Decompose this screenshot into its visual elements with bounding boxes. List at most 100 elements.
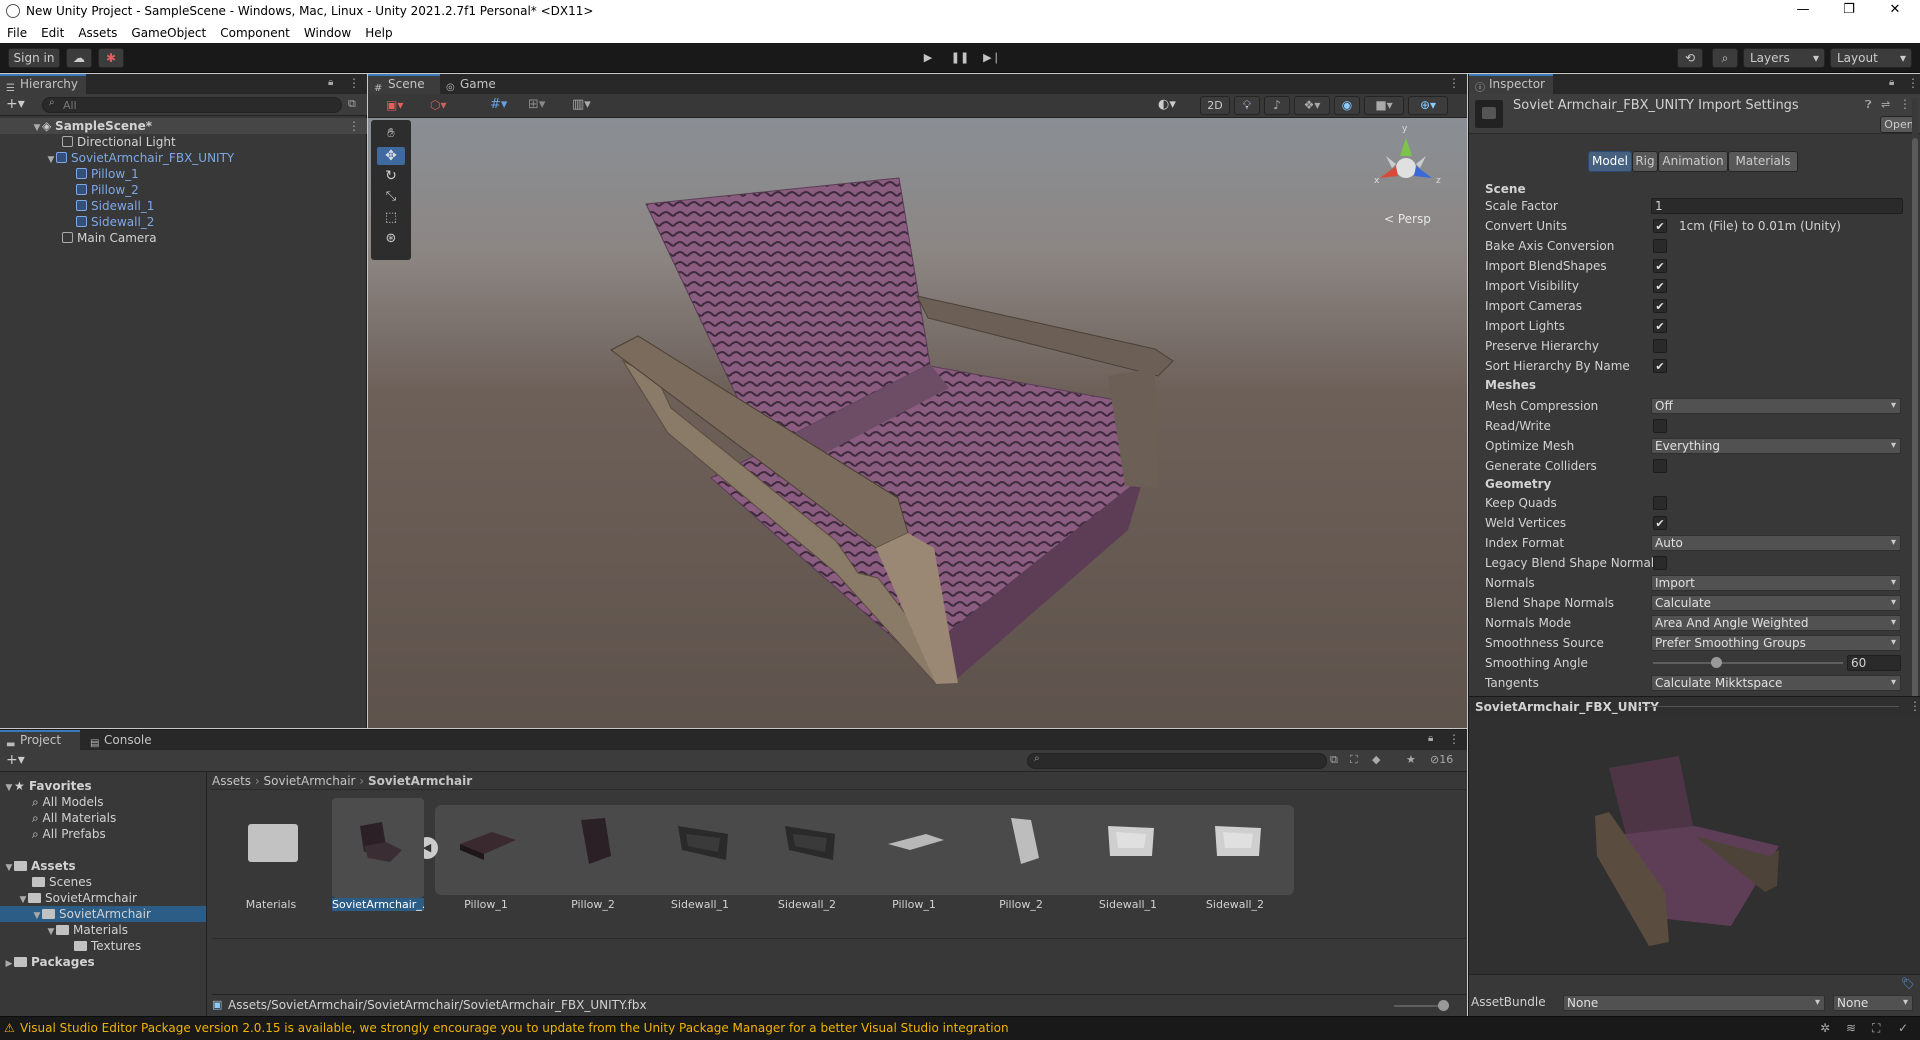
check-icon[interactable]: ✓ [1898,1021,1908,1035]
favorite-star-icon[interactable]: ★ [1406,753,1416,766]
draw-mode-icon[interactable]: ▣▾ [386,98,420,114]
asset-pillow-1-mesh[interactable]: Pillow_1 [440,798,532,911]
normals-mode-dropdown[interactable]: Area And Angle Weighted [1651,615,1901,631]
tree-scenes[interactable]: Scenes [32,874,92,890]
hierarchy-item-main-camera[interactable]: Main Camera [62,230,157,246]
tab-rig[interactable]: Rig [1632,151,1658,172]
smoothness-source-dropdown[interactable]: Prefer Smoothing Groups [1651,635,1901,651]
packages-row[interactable]: ▶ Packages [4,954,95,970]
index-format-dropdown[interactable]: Auto [1651,535,1901,551]
layout-dropdown[interactable]: Layout ▾ [1830,48,1912,68]
status-message[interactable]: Visual Studio Editor Package version 2.0… [20,1021,1009,1035]
import-blendshapes-checkbox[interactable]: ✔ [1653,259,1667,273]
hierarchy-item-pillow-2[interactable]: Pillow_2 [76,182,139,198]
gizmos-button[interactable]: ⊕▾ [1408,96,1448,115]
scene-row[interactable]: ▼ ◈ SampleScene* ⋮ [0,118,367,134]
menu-help[interactable]: Help [358,26,399,40]
slider-handle[interactable] [1710,657,1722,668]
sign-in-button[interactable]: Sign in [8,48,60,68]
lock-icon[interactable]: 🔒︎ [1428,733,1433,744]
menu-window[interactable]: Window [297,26,358,40]
asset-sidewall-1-mesh[interactable]: Sidewall_1 [654,798,746,911]
label-icon[interactable]: ◆ [1372,753,1380,766]
menu-assets[interactable]: Assets [71,26,124,40]
cache-icon[interactable]: ≋ [1846,1021,1856,1035]
kebab-menu-icon[interactable]: ⋮ [1448,76,1460,90]
scale-factor-input[interactable]: 1 [1651,198,1903,214]
asset-materials-folder[interactable]: Materials [225,798,317,911]
import-cameras-checkbox[interactable]: ✔ [1653,299,1667,313]
blend-normals-dropdown[interactable]: Calculate [1651,595,1901,611]
breadcrumb-sovietarmchair[interactable]: SovietArmchair [264,774,356,788]
kebab-menu-icon[interactable]: ⋮ [348,118,360,134]
zoom-slider-handle[interactable] [1438,1000,1449,1011]
preserve-hierarchy-checkbox[interactable] [1653,339,1667,353]
weld-vertices-checkbox[interactable]: ✔ [1653,516,1667,530]
asset-sovietarmchair-model[interactable]: SovietArmchair_... [332,798,424,911]
persp-label[interactable]: < Persp [1384,212,1431,226]
assets-row[interactable]: ▼ Assets [4,858,76,874]
tangents-dropdown[interactable]: Calculate Mikktspace [1651,675,1901,691]
lock-icon[interactable]: 🔒︎ [328,77,333,88]
audio-toggle[interactable]: ♪ [1264,96,1290,115]
layers-dropdown[interactable]: Layers ▾ [1743,48,1825,68]
keep-quads-checkbox[interactable] [1653,496,1667,510]
increment-snap-icon[interactable]: ⊞▾ [528,97,562,115]
breadcrumb-assets[interactable]: Assets [212,774,251,788]
asset-sidewall-1-submesh[interactable]: Sidewall_1 [1082,798,1174,911]
armchair-model[interactable] [368,118,1467,728]
step-button[interactable]: ▶❘ [979,48,1005,68]
asset-sidewall-2-submesh[interactable]: Sidewall_2 [1189,798,1281,911]
inspector-scrollbar[interactable] [1912,98,1918,768]
tab-hierarchy[interactable]: ☰ Hierarchy [0,74,87,94]
tree-materials[interactable]: ▼ Materials [46,922,128,938]
kebab-menu-icon[interactable]: ⋮ [1899,97,1911,111]
toggle-2d-button[interactable]: 2D [1200,96,1230,115]
align-icon[interactable]: ▥▾ [572,97,606,115]
breadcrumb-current[interactable]: SovietArmchair [368,774,472,788]
effects-toggle[interactable]: ❖▾ [1294,96,1330,115]
help-icon[interactable]: ❓︎ [1865,98,1872,112]
tree-sovietarmchair[interactable]: ▼ SovietArmchair [18,890,137,906]
grid-snap-icon[interactable]: #▾ [490,97,524,115]
close-button[interactable]: ✕ [1872,0,1918,22]
asset-pillow-2-mesh[interactable]: Pillow_2 [547,798,639,911]
render-mode-icon[interactable]: ⬡▾ [430,98,464,114]
debug-icon[interactable]: ✲ [1820,1021,1830,1035]
kebab-menu-icon[interactable]: ⋮ [1909,699,1920,713]
search-by-label-icon[interactable]: ⛶ [1350,753,1358,767]
hidden-packages-button[interactable]: ⊘16 [1430,753,1453,766]
tree-textures[interactable]: Textures [74,938,141,954]
search-button[interactable]: ⌕ [1712,48,1738,68]
tab-materials[interactable]: Materials [1728,151,1798,172]
favorites-row[interactable]: ▼ ★ Favorites [4,778,92,794]
project-search-input[interactable]: ⌕ [1027,753,1327,769]
asset-pillow-1-submesh[interactable]: Pillow_1 [868,798,960,911]
tree-sovietarmchair-selected[interactable]: ▼ SovietArmchair [0,906,206,922]
hierarchy-item-sidewall-1[interactable]: Sidewall_1 [76,198,154,214]
history-button[interactable]: ⟲ [1677,48,1703,68]
maximize-button[interactable]: ❐ [1826,0,1872,22]
read-write-checkbox[interactable] [1653,419,1667,433]
assetbundle-variant-dropdown[interactable]: None [1833,995,1913,1011]
asset-sidewall-2-mesh[interactable]: Sidewall_2 [761,798,853,911]
label-tag-icon[interactable]: 🏷︎ [1901,977,1915,990]
pause-button[interactable]: ❚❚ [947,48,973,68]
fav-all-prefabs[interactable]: ⌕ All Prefabs [32,826,106,842]
tab-inspector[interactable]: ⓘ Inspector [1469,74,1553,94]
tab-animation[interactable]: Animation [1658,151,1728,172]
hierarchy-search-input[interactable]: ⌕ All [42,97,342,113]
progress-icon[interactable]: ⛶ [1872,1021,1880,1036]
convert-units-checkbox[interactable]: ✔ [1653,219,1667,233]
tab-scene[interactable]: # Scene [368,74,440,94]
assetbundle-dropdown[interactable]: None [1563,995,1825,1011]
hierarchy-item-pillow-1[interactable]: Pillow_1 [76,166,139,182]
play-button[interactable]: ▶ [915,48,941,68]
lock-icon[interactable]: 🔒︎ [1889,77,1894,88]
fav-all-models[interactable]: ⌕ All Models [32,794,104,810]
kebab-menu-icon[interactable]: ⋮ [1907,76,1919,90]
menu-gameobject[interactable]: GameObject [124,26,213,40]
optimize-mesh-dropdown[interactable]: Everything [1651,438,1901,454]
minimize-button[interactable]: — [1780,0,1826,22]
fav-all-materials[interactable]: ⌕ All Materials [32,810,116,826]
